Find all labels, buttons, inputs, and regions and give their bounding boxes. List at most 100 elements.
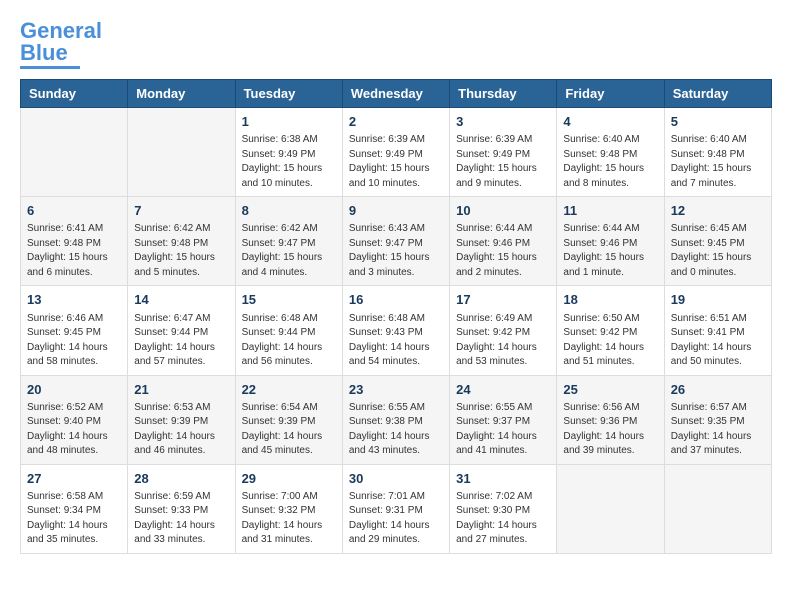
- logo: General Blue: [20, 20, 102, 69]
- calendar-header-row: SundayMondayTuesdayWednesdayThursdayFrid…: [21, 80, 772, 108]
- day-info: Sunrise: 7:02 AMSunset: 9:30 PMDaylight:…: [456, 490, 550, 548]
- calendar-cell: 25Sunrise: 6:56 AMSunset: 9:36 PMDayligh…: [557, 375, 664, 464]
- day-info: Sunrise: 6:44 AMSunset: 9:46 PMDaylight:…: [563, 222, 657, 280]
- day-number: 21: [134, 381, 228, 399]
- day-number: 20: [27, 381, 121, 399]
- day-info: Sunrise: 6:44 AMSunset: 9:46 PMDaylight:…: [456, 222, 550, 280]
- calendar-cell: [664, 464, 771, 553]
- calendar-cell: 6 Sunrise: 6:41 AMSunset: 9:48 PMDaylight…: [21, 197, 128, 286]
- day-of-week-header: Thursday: [450, 80, 557, 108]
- day-info: Sunrise: 6:48 AMSunset: 9:44 PMDaylight:…: [242, 312, 336, 370]
- day-info: Sunrise: 6:41 AMSunset: 9:48 PMDaylight:…: [27, 222, 121, 280]
- day-number: 23: [349, 381, 443, 399]
- logo-underline: [20, 66, 80, 69]
- day-info: Sunrise: 6:47 AMSunset: 9:44 PMDaylight:…: [134, 312, 228, 370]
- day-info: Sunrise: 6:43 AMSunset: 9:47 PMDaylight:…: [349, 222, 443, 280]
- calendar-cell: 22Sunrise: 6:54 AMSunset: 9:39 PMDayligh…: [235, 375, 342, 464]
- day-info: Sunrise: 6:45 AMSunset: 9:45 PMDaylight:…: [671, 222, 765, 280]
- day-number: 17: [456, 291, 550, 309]
- day-number: 16: [349, 291, 443, 309]
- calendar-cell: 4 Sunrise: 6:40 AMSunset: 9:48 PMDaylight…: [557, 108, 664, 197]
- calendar-cell: 9 Sunrise: 6:43 AMSunset: 9:47 PMDaylight…: [342, 197, 449, 286]
- calendar-week-row: 13 Sunrise: 6:46 AMSunset: 9:45 PMDayligh…: [21, 286, 772, 375]
- day-info: Sunrise: 6:55 AMSunset: 9:37 PMDaylight:…: [456, 401, 550, 459]
- day-of-week-header: Wednesday: [342, 80, 449, 108]
- calendar-cell: 20 Sunrise: 6:52 AMSunset: 9:40 PMDayligh…: [21, 375, 128, 464]
- day-info: Sunrise: 6:46 AMSunset: 9:45 PMDaylight:…: [27, 312, 121, 370]
- day-info: Sunrise: 6:42 AMSunset: 9:48 PMDaylight:…: [134, 222, 228, 280]
- day-number: 10: [456, 202, 550, 220]
- day-number: 3: [456, 113, 550, 131]
- day-info: Sunrise: 6:38 AMSunset: 9:49 PMDaylight:…: [242, 133, 336, 191]
- calendar-cell: 13 Sunrise: 6:46 AMSunset: 9:45 PMDayligh…: [21, 286, 128, 375]
- calendar-cell: 15 Sunrise: 6:48 AMSunset: 9:44 PMDayligh…: [235, 286, 342, 375]
- calendar-cell: 11 Sunrise: 6:44 AMSunset: 9:46 PMDayligh…: [557, 197, 664, 286]
- day-number: 14: [134, 291, 228, 309]
- calendar-cell: 8Sunrise: 6:42 AMSunset: 9:47 PMDaylight…: [235, 197, 342, 286]
- calendar-cell: 3 Sunrise: 6:39 AMSunset: 9:49 PMDaylight…: [450, 108, 557, 197]
- calendar-week-row: 27Sunrise: 6:58 AMSunset: 9:34 PMDayligh…: [21, 464, 772, 553]
- day-info: Sunrise: 6:42 AMSunset: 9:47 PMDaylight:…: [242, 222, 336, 280]
- calendar-cell: 10 Sunrise: 6:44 AMSunset: 9:46 PMDayligh…: [450, 197, 557, 286]
- day-number: 13: [27, 291, 121, 309]
- day-info: Sunrise: 6:57 AMSunset: 9:35 PMDaylight:…: [671, 401, 765, 459]
- calendar-cell: 31 Sunrise: 7:02 AMSunset: 9:30 PMDayligh…: [450, 464, 557, 553]
- day-info: Sunrise: 6:52 AMSunset: 9:40 PMDaylight:…: [27, 401, 121, 459]
- day-of-week-header: Friday: [557, 80, 664, 108]
- day-of-week-header: Saturday: [664, 80, 771, 108]
- day-number: 2: [349, 113, 443, 131]
- day-number: 26: [671, 381, 765, 399]
- calendar-cell: 12 Sunrise: 6:45 AMSunset: 9:45 PMDayligh…: [664, 197, 771, 286]
- day-number: 18: [563, 291, 657, 309]
- day-of-week-header: Monday: [128, 80, 235, 108]
- day-number: 7: [134, 202, 228, 220]
- day-number: 19: [671, 291, 765, 309]
- day-info: Sunrise: 6:40 AMSunset: 9:48 PMDaylight:…: [671, 133, 765, 191]
- calendar-cell: 24 Sunrise: 6:55 AMSunset: 9:37 PMDayligh…: [450, 375, 557, 464]
- day-number: 15: [242, 291, 336, 309]
- day-info: Sunrise: 6:55 AMSunset: 9:38 PMDaylight:…: [349, 401, 443, 459]
- calendar-cell: 1 Sunrise: 6:38 AMSunset: 9:49 PMDaylight…: [235, 108, 342, 197]
- calendar-cell: 29Sunrise: 7:00 AMSunset: 9:32 PMDayligh…: [235, 464, 342, 553]
- calendar-cell: 30Sunrise: 7:01 AMSunset: 9:31 PMDayligh…: [342, 464, 449, 553]
- calendar-cell: 7 Sunrise: 6:42 AMSunset: 9:48 PMDaylight…: [128, 197, 235, 286]
- day-number: 11: [563, 202, 657, 220]
- calendar-cell: 2 Sunrise: 6:39 AMSunset: 9:49 PMDaylight…: [342, 108, 449, 197]
- day-number: 31: [456, 470, 550, 488]
- day-number: 9: [349, 202, 443, 220]
- day-number: 28: [134, 470, 228, 488]
- day-info: Sunrise: 6:48 AMSunset: 9:43 PMDaylight:…: [349, 312, 443, 370]
- calendar-cell: 16 Sunrise: 6:48 AMSunset: 9:43 PMDayligh…: [342, 286, 449, 375]
- logo-text: General Blue: [20, 20, 102, 64]
- calendar-week-row: 6 Sunrise: 6:41 AMSunset: 9:48 PMDaylight…: [21, 197, 772, 286]
- day-of-week-header: Sunday: [21, 80, 128, 108]
- day-info: Sunrise: 6:51 AMSunset: 9:41 PMDaylight:…: [671, 312, 765, 370]
- calendar-cell: 5 Sunrise: 6:40 AMSunset: 9:48 PMDaylight…: [664, 108, 771, 197]
- day-info: Sunrise: 6:54 AMSunset: 9:39 PMDaylight:…: [242, 401, 336, 459]
- day-info: Sunrise: 6:50 AMSunset: 9:42 PMDaylight:…: [563, 312, 657, 370]
- day-info: Sunrise: 6:49 AMSunset: 9:42 PMDaylight:…: [456, 312, 550, 370]
- day-info: Sunrise: 6:40 AMSunset: 9:48 PMDaylight:…: [563, 133, 657, 191]
- calendar-table: SundayMondayTuesdayWednesdayThursdayFrid…: [20, 79, 772, 554]
- page-header: General Blue: [20, 20, 772, 69]
- day-number: 12: [671, 202, 765, 220]
- day-number: 1: [242, 113, 336, 131]
- calendar-cell: 23 Sunrise: 6:55 AMSunset: 9:38 PMDayligh…: [342, 375, 449, 464]
- logo-blue: Blue: [20, 40, 68, 65]
- day-info: Sunrise: 6:59 AMSunset: 9:33 PMDaylight:…: [134, 490, 228, 548]
- day-number: 4: [563, 113, 657, 131]
- calendar-cell: [21, 108, 128, 197]
- day-of-week-header: Tuesday: [235, 80, 342, 108]
- day-info: Sunrise: 7:01 AMSunset: 9:31 PMDaylight:…: [349, 490, 443, 548]
- day-number: 6: [27, 202, 121, 220]
- calendar-cell: [557, 464, 664, 553]
- day-number: 24: [456, 381, 550, 399]
- calendar-week-row: 1 Sunrise: 6:38 AMSunset: 9:49 PMDaylight…: [21, 108, 772, 197]
- day-info: Sunrise: 6:53 AMSunset: 9:39 PMDaylight:…: [134, 401, 228, 459]
- calendar-cell: 14 Sunrise: 6:47 AMSunset: 9:44 PMDayligh…: [128, 286, 235, 375]
- calendar-cell: 26 Sunrise: 6:57 AMSunset: 9:35 PMDayligh…: [664, 375, 771, 464]
- day-info: Sunrise: 6:39 AMSunset: 9:49 PMDaylight:…: [349, 133, 443, 191]
- day-info: Sunrise: 6:39 AMSunset: 9:49 PMDaylight:…: [456, 133, 550, 191]
- day-number: 5: [671, 113, 765, 131]
- day-info: Sunrise: 6:56 AMSunset: 9:36 PMDaylight:…: [563, 401, 657, 459]
